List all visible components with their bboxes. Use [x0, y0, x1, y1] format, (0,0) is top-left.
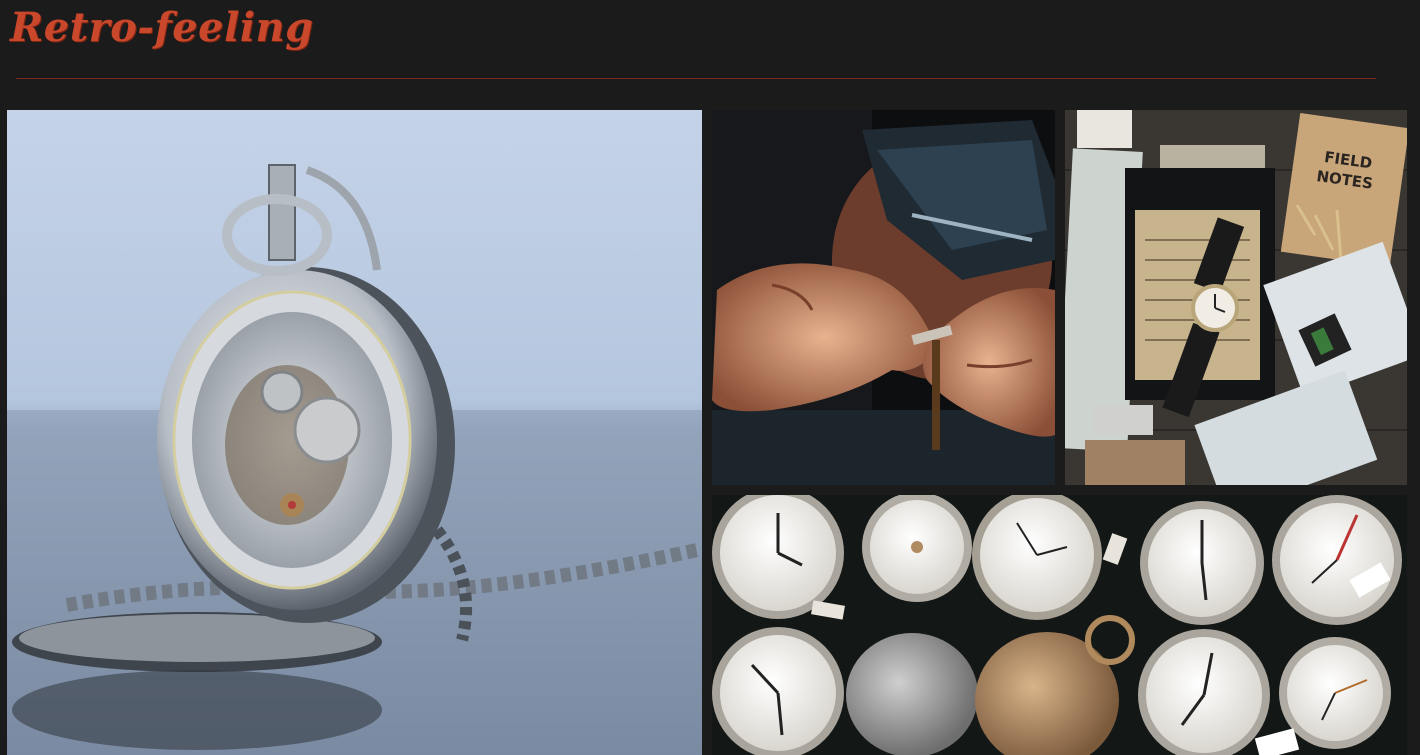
- gallery-image-pocket-watch[interactable]: [7, 110, 702, 755]
- travel-flatlay-photo-icon: FIELD NOTES: [1065, 110, 1407, 485]
- gallery-image-travel-flatlay[interactable]: FIELD NOTES: [1065, 110, 1407, 485]
- pocket-watch-collection-photo-icon: [712, 495, 1407, 755]
- watchmaker-hands-photo-icon: [712, 110, 1055, 485]
- header-divider: [16, 78, 1376, 79]
- gallery-image-watchmaker[interactable]: [712, 110, 1055, 485]
- site-header: Retro-feeling: [0, 0, 1420, 100]
- gallery-image-watch-collection[interactable]: [712, 495, 1407, 755]
- pocket-watch-photo-icon: [7, 110, 702, 755]
- site-logo[interactable]: Retro-feeling: [10, 4, 314, 51]
